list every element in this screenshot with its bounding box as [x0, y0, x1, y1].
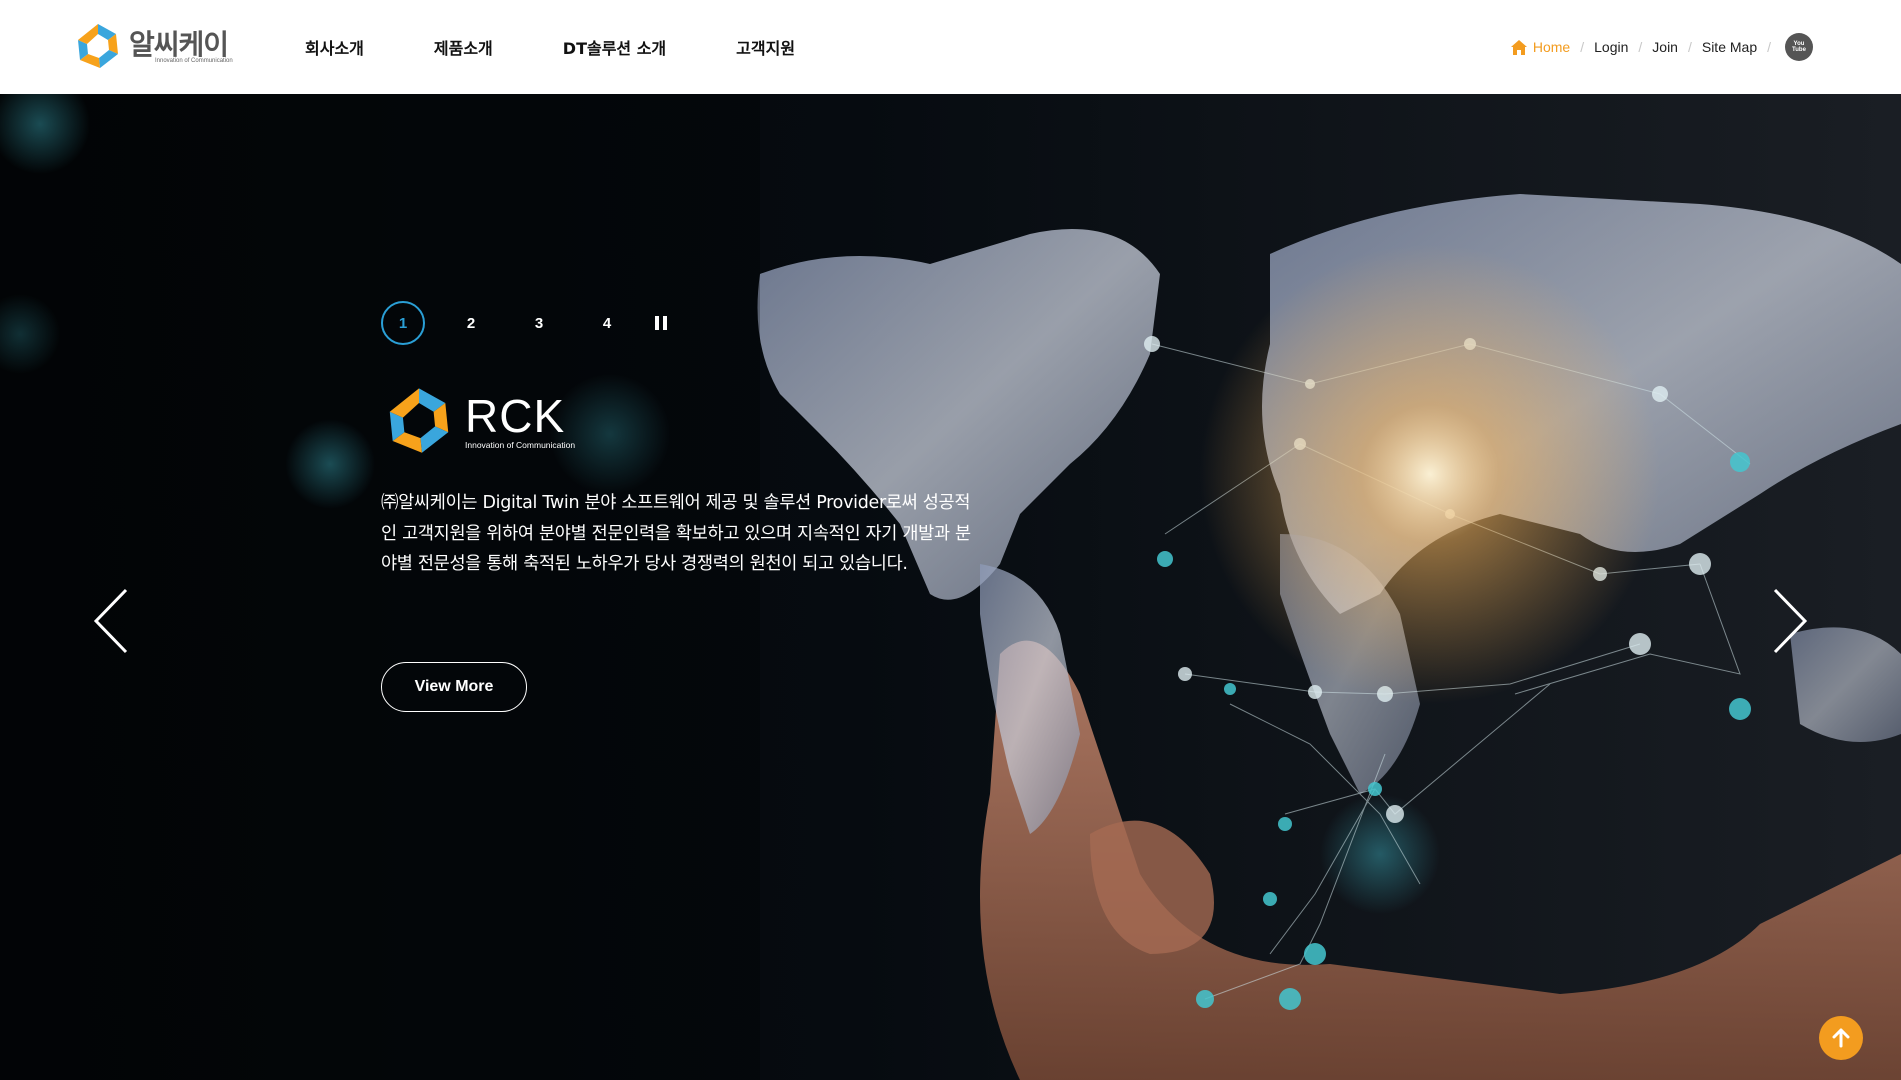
sitemap-link[interactable]: Site Map — [1702, 39, 1757, 55]
slide-pager: 1 2 3 4 — [381, 301, 671, 345]
site-header: 알씨케이 Innovation of Communication 회사소개 제품… — [0, 0, 1901, 94]
slide-page-4[interactable]: 4 — [585, 301, 629, 345]
utility-nav: Home / Login / Join / Site Map / You Tube — [1510, 0, 1813, 94]
separator: / — [1687, 39, 1692, 55]
youtube-icon[interactable]: You Tube — [1785, 33, 1813, 61]
logo-tagline: Innovation of Communication — [155, 58, 233, 64]
separator: / — [1638, 39, 1643, 55]
hero-logo-name: RCK — [465, 390, 566, 442]
hero-background-image — [0, 94, 1901, 1080]
slide-page-3[interactable]: 3 — [517, 301, 561, 345]
login-link[interactable]: Login — [1594, 39, 1628, 55]
join-link[interactable]: Join — [1652, 39, 1678, 55]
separator: / — [1580, 39, 1585, 55]
home-link-label: Home — [1532, 39, 1571, 55]
nav-item-products[interactable]: 제품소개 — [434, 35, 493, 59]
hero-slider: 1 2 3 4 RCK Innovation of Communication … — [0, 94, 1901, 1080]
view-more-button[interactable]: View More — [381, 662, 527, 712]
nav-item-support[interactable]: 고객지원 — [736, 35, 795, 59]
slide-page-1[interactable]: 1 — [381, 301, 425, 345]
home-link[interactable]: Home — [1510, 39, 1571, 55]
nav-item-company[interactable]: 회사소개 — [305, 35, 364, 59]
hero-description: ㈜알씨케이는 Digital Twin 분야 소프트웨어 제공 및 솔루션 Pr… — [381, 493, 971, 574]
separator: / — [1767, 39, 1771, 55]
pause-icon[interactable] — [651, 313, 671, 333]
chevron-right-icon[interactable] — [1769, 586, 1809, 656]
home-icon — [1510, 39, 1527, 55]
logo-mark-icon — [78, 24, 118, 68]
site-logo[interactable]: 알씨케이 Innovation of Communication — [72, 22, 233, 72]
arrow-up-icon — [1832, 1028, 1850, 1048]
scroll-top-button[interactable] — [1819, 1016, 1863, 1060]
nav-item-dt-solution[interactable]: DT솔루션 소개 — [563, 35, 666, 59]
logo-name: 알씨케이 — [129, 28, 229, 61]
hero-logo-tagline: Innovation of Communication — [465, 440, 576, 450]
youtube-icon-label: You Tube — [1792, 41, 1806, 53]
main-nav: 회사소개 제품소개 DT솔루션 소개 고객지원 — [305, 0, 865, 94]
rck-logo-mark-icon — [389, 388, 449, 453]
chevron-left-icon[interactable] — [92, 586, 132, 656]
slide-page-2[interactable]: 2 — [449, 301, 493, 345]
hero-logo: RCK Innovation of Communication — [381, 385, 575, 459]
